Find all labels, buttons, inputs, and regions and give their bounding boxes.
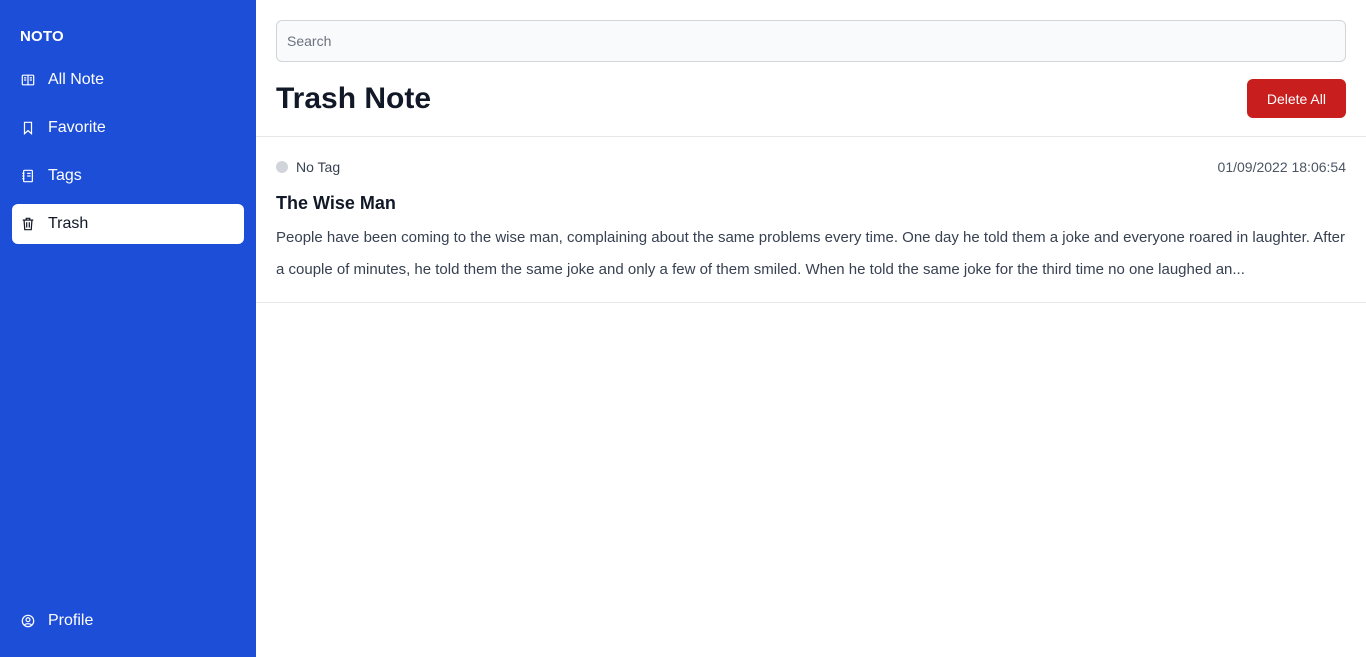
sidebar-item-all-note[interactable]: All Note (12, 60, 244, 100)
sidebar-item-tags[interactable]: Tags (12, 156, 244, 196)
address-book-icon (20, 168, 36, 184)
sidebar-item-label: Profile (48, 612, 94, 629)
sidebar-item-trash[interactable]: Trash (12, 204, 244, 244)
bookmark-icon (20, 120, 36, 136)
book-open-icon (20, 72, 36, 88)
sidebar-item-profile[interactable]: Profile (12, 601, 244, 641)
user-circle-icon (20, 613, 36, 629)
note-tag: No Tag (276, 159, 340, 175)
sidebar-item-label: All Note (48, 71, 105, 88)
trash-icon (20, 216, 36, 232)
sidebar-item-label: Favorite (48, 119, 106, 136)
sidebar-item-label: Tags (48, 167, 82, 184)
page-header: Trash Note Delete All (256, 62, 1366, 137)
tag-dot-icon (276, 161, 288, 173)
note-tag-label: No Tag (296, 159, 341, 175)
app-brand: NOTO (20, 28, 64, 45)
sidebar-nav: All Note Favorite Tags Trash (12, 60, 244, 252)
page-title: Trash Note (276, 81, 432, 115)
sidebar-item-label: Trash (48, 215, 89, 232)
search-bar (256, 0, 1366, 62)
note-card[interactable]: No Tag 01/09/2022 18:06:54 The Wise Man … (256, 137, 1366, 303)
delete-all-button[interactable]: Delete All (1246, 79, 1346, 118)
note-body: People have been coming to the wise man,… (276, 229, 1345, 278)
sidebar: NOTO All Note Favorite Tags Trash Profil… (0, 0, 256, 657)
sidebar-item-favorite[interactable]: Favorite (12, 108, 244, 148)
main-content: Trash Note Delete All No Tag 01/09/2022 … (256, 0, 1366, 657)
search-input[interactable] (276, 20, 1346, 62)
note-title: The Wise Man (276, 193, 396, 213)
note-date: 01/09/2022 18:06:54 (1217, 159, 1346, 175)
note-meta: No Tag 01/09/2022 18:06:54 (276, 157, 1346, 177)
